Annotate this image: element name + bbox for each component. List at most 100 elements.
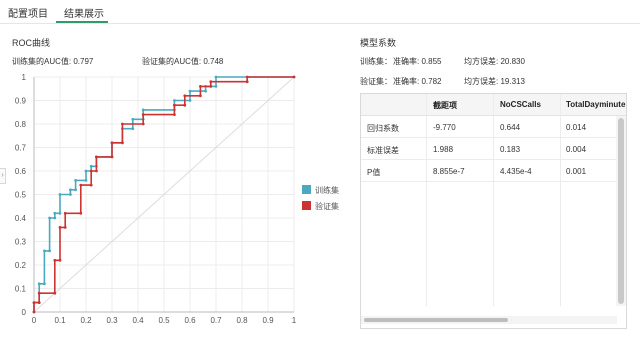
series-point-train <box>141 108 145 112</box>
series-point-valid <box>209 80 213 84</box>
series-point-valid <box>110 155 114 159</box>
table-cell: 0.014 <box>566 123 587 132</box>
column-header: TotalDayminute <box>566 100 626 109</box>
series-point-train <box>204 89 208 93</box>
series-point-valid <box>53 258 57 262</box>
series-point-valid <box>89 183 93 187</box>
table-cell: P值 <box>367 168 381 177</box>
series-point-valid <box>199 85 202 88</box>
y-tick-label: 0 <box>22 308 27 317</box>
series-point-valid <box>95 169 98 173</box>
series-point-valid <box>110 141 114 145</box>
x-tick-label: 0.6 <box>184 316 196 325</box>
vertical-scroll-thumb[interactable] <box>618 118 624 304</box>
table-cell: 1.988 <box>433 145 454 154</box>
legend-label-train: 训练集 <box>315 186 339 195</box>
series-point-train <box>188 89 192 93</box>
series-point-valid <box>53 291 57 295</box>
table-cell: 4.435e-4 <box>500 167 532 176</box>
horizontal-scroll-thumb[interactable] <box>364 318 508 322</box>
series-point-valid <box>245 75 249 79</box>
y-tick-label: 0.1 <box>15 285 27 294</box>
legend-label-valid: 验证集 <box>315 202 339 211</box>
table-cell: 8.855e-7 <box>433 167 465 176</box>
series-point-train <box>58 193 62 196</box>
series-point-train <box>173 99 176 102</box>
x-tick-label: 0.8 <box>236 316 248 325</box>
series-point-train <box>188 99 192 102</box>
series-point-valid <box>121 122 124 126</box>
valid-mse: 均方误差: 19.313 <box>464 77 525 86</box>
x-tick-label: 0.5 <box>158 316 170 325</box>
series-point-train <box>43 249 46 253</box>
series-point-valid <box>32 301 36 304</box>
x-tick-label: 0.2 <box>80 316 92 325</box>
x-tick-label: 0.1 <box>54 316 66 325</box>
x-tick-label: 0.9 <box>262 316 274 325</box>
series-point-train <box>43 282 46 286</box>
table-cell: -9.770 <box>433 123 456 132</box>
series-point-train <box>74 188 77 192</box>
x-tick-label: 0.4 <box>132 316 144 325</box>
series-point-valid <box>183 103 187 107</box>
y-tick-label: 0.2 <box>15 261 27 270</box>
coefficient-table: 截距项 NoCSCalls TotalDayminute 回归系数 -9.770… <box>360 93 627 329</box>
y-tick-label: 0.9 <box>15 97 27 106</box>
model-section-title: 模型系数 <box>360 38 397 48</box>
series-point-train <box>131 127 135 131</box>
series-point-valid <box>89 169 93 173</box>
series-point-valid <box>209 85 213 88</box>
valid-accuracy: 准确率: 0.782 <box>393 77 442 86</box>
table-cell: 0.001 <box>566 167 587 176</box>
series-point-valid <box>292 75 296 79</box>
y-tick-label: 0.4 <box>15 214 27 223</box>
x-tick-label: 0.7 <box>210 316 222 325</box>
series-point-valid <box>79 183 83 187</box>
series-point-valid <box>141 113 145 116</box>
horizontal-scrollbar[interactable] <box>361 316 617 324</box>
table-row: P值 8.855e-7 4.435e-4 0.001 <box>361 160 617 182</box>
series-point-valid <box>79 211 83 215</box>
series-point-valid <box>245 80 249 84</box>
vertical-scrollbar[interactable] <box>616 116 626 306</box>
table-cell: 0.004 <box>566 145 587 154</box>
column-header: NoCSCalls <box>500 100 541 109</box>
series-point-train <box>131 117 135 121</box>
series-point-valid <box>173 103 176 107</box>
series-point-train <box>74 179 77 182</box>
series-point-valid <box>173 113 176 116</box>
table-row: 标准误差 1.988 0.183 0.004 <box>361 138 617 160</box>
table-cell: 回归系数 <box>367 124 399 133</box>
series-point-train <box>48 216 51 220</box>
roc-chart: 0 0.1 0.2 0.3 0.4 0.5 0.6 0.7 0.8 0.9 1 0 0.1 0.2 0.3 0… <box>15 73 297 325</box>
series-point-valid <box>141 122 145 126</box>
series-point-valid <box>37 291 41 295</box>
legend-swatch-valid <box>302 201 311 210</box>
table-row: 回归系数 -9.770 0.644 0.014 <box>361 116 617 138</box>
series-point-train <box>53 216 57 220</box>
y-tick-label: 1 <box>22 73 27 82</box>
series-point-train <box>89 164 93 168</box>
series-point-valid <box>37 301 41 304</box>
y-tick-label: 0.7 <box>15 144 27 153</box>
series-point-train <box>37 282 41 286</box>
train-mse: 均方误差: 20.830 <box>464 57 525 66</box>
legend-swatch-train <box>302 185 311 194</box>
series-point-train <box>84 179 88 182</box>
table-cell: 标准误差 <box>367 146 399 155</box>
valid-stats-label: 验证集： <box>360 77 392 86</box>
y-tick-label: 0.8 <box>15 120 27 129</box>
series-point-train <box>48 249 51 253</box>
series-point-valid <box>58 258 62 262</box>
x-tick-label: 1 <box>292 316 297 325</box>
series-point-valid <box>63 226 67 229</box>
x-tick-label: 0.3 <box>106 316 118 325</box>
series-point-train <box>69 193 72 196</box>
series-point-valid <box>95 155 98 159</box>
series-point-train <box>58 211 62 215</box>
train-stats-label: 训练集： <box>360 57 392 66</box>
x-tick-label: 0 <box>32 316 37 325</box>
train-accuracy: 准确率: 0.855 <box>393 57 442 66</box>
series-point-valid <box>58 226 62 229</box>
series-point-train <box>69 188 72 192</box>
